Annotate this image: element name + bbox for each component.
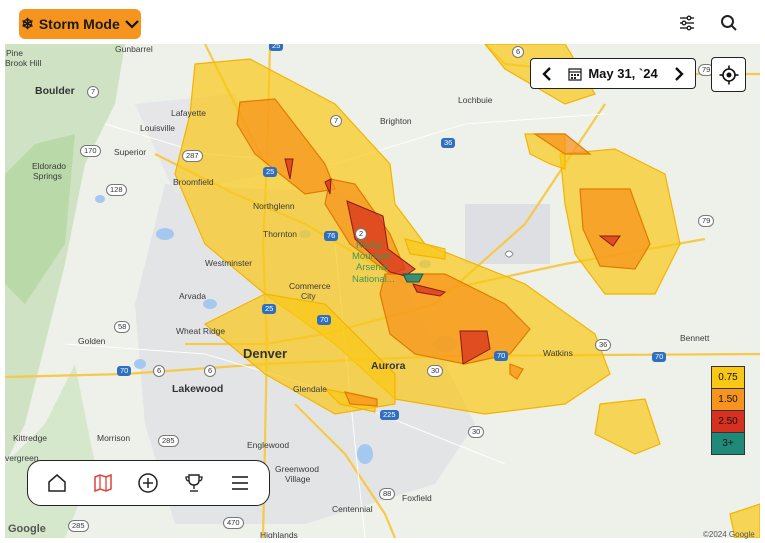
search-icon[interactable]	[719, 13, 739, 33]
home-icon[interactable]	[45, 471, 69, 495]
legend-item: 3+	[711, 432, 745, 455]
current-date[interactable]: May 31, `24	[588, 66, 657, 81]
sliders-icon[interactable]	[677, 13, 697, 33]
road-shield: 25	[262, 304, 277, 314]
place-label: Kittredge	[13, 433, 48, 443]
road-shield: 25	[269, 44, 284, 51]
place-label: Denver	[243, 346, 288, 361]
place-label: Westminster	[205, 258, 253, 268]
place-label: Louisville	[140, 123, 175, 133]
road-shield: 285	[68, 520, 89, 532]
hail-size-legend: 0.75 1.50 2.50 3+	[711, 366, 745, 455]
road-shield: 30	[468, 426, 485, 438]
place-label: Thornton	[263, 229, 298, 239]
road-shield: 36	[441, 138, 456, 148]
place-label: Lafayette	[171, 108, 206, 118]
place-label: Centennial	[332, 504, 373, 514]
top-bar: ❄ Storm Mode	[0, 0, 765, 44]
map-icon[interactable]	[91, 471, 115, 495]
place-label: Aurora	[371, 360, 406, 372]
road-shield: 128	[106, 184, 127, 196]
chevron-right-icon[interactable]	[673, 66, 685, 81]
place-label: Springs	[33, 171, 62, 181]
road-shield: 170	[80, 145, 101, 157]
road-shield: 58	[114, 321, 131, 333]
chevron-left-icon[interactable]	[541, 66, 553, 81]
place-label: National...	[352, 274, 395, 285]
road-shield: 70	[117, 366, 132, 376]
road-shield: 30	[427, 365, 444, 377]
place-label: Brighton	[380, 116, 412, 126]
road-shield: 225	[380, 410, 399, 420]
road-shield: 287	[182, 150, 203, 162]
map-copyright: ©2024 Google	[703, 530, 755, 539]
crosshair-icon	[719, 65, 738, 84]
place-label: Foxfield	[402, 493, 432, 503]
place-label: Commerce	[289, 281, 331, 291]
storm-mode-label: Storm Mode	[38, 16, 120, 32]
road-shield: 36	[595, 339, 612, 351]
place-label: Lakewood	[172, 383, 224, 395]
place-label: Eldorado	[32, 161, 67, 171]
place-label: Arsenal	[356, 262, 389, 273]
place-label: Greenwood	[275, 464, 319, 474]
plus-circle-icon[interactable]	[136, 471, 160, 495]
place-label: City	[301, 291, 316, 301]
road-shield: 25	[263, 167, 278, 177]
road-shield: 70	[317, 315, 332, 325]
chevron-down-icon	[124, 20, 139, 29]
road-shield: 88	[379, 488, 396, 500]
map-marker-icon	[504, 250, 514, 258]
road-shield: 76	[324, 231, 339, 241]
place-label: Broomfield	[173, 177, 214, 187]
place-label: Morrison	[97, 433, 131, 443]
place-label: Glendale	[293, 384, 328, 394]
calendar-icon	[568, 67, 582, 81]
legend-item: 2.50	[711, 410, 745, 433]
place-label: Rocky	[356, 240, 383, 251]
road-shield: 285	[158, 435, 179, 447]
place-label: Brook Hill	[5, 58, 42, 68]
place-label: Englewood	[247, 440, 290, 450]
legend-item: 0.75	[711, 366, 745, 389]
snowflake-icon: ❄	[21, 15, 34, 33]
trophy-icon[interactable]	[182, 471, 206, 495]
road-shield: 79	[698, 215, 715, 227]
place-label: Wheat Ridge	[176, 326, 226, 336]
place-label: Pine	[6, 48, 24, 58]
date-navigator: May 31, `24	[530, 58, 696, 89]
google-logo: Google	[8, 523, 46, 535]
place-label: Watkins	[543, 348, 573, 358]
menu-icon[interactable]	[228, 471, 252, 495]
legend-item: 1.50	[711, 388, 745, 411]
place-label: Superior	[114, 147, 147, 157]
place-label: Village	[285, 474, 311, 484]
storm-mode-dropdown[interactable]: ❄ Storm Mode	[19, 9, 141, 39]
place-label: Mountain	[352, 251, 392, 262]
road-shield: 470	[223, 517, 244, 529]
place-label: Bennett	[680, 333, 710, 343]
place-label: Highlands	[260, 530, 298, 538]
road-shield: 70	[494, 351, 509, 361]
bottom-navigation	[27, 460, 270, 506]
place-label: Northglenn	[253, 201, 295, 211]
place-label: Boulder	[35, 85, 75, 97]
locate-me-button[interactable]	[711, 57, 746, 92]
place-label: Gunbarrel	[115, 44, 153, 54]
road-shield: 70	[652, 352, 667, 362]
place-label: Lochbuie	[458, 95, 493, 105]
place-label: Arvada	[179, 291, 206, 301]
place-label: Golden	[78, 336, 106, 346]
